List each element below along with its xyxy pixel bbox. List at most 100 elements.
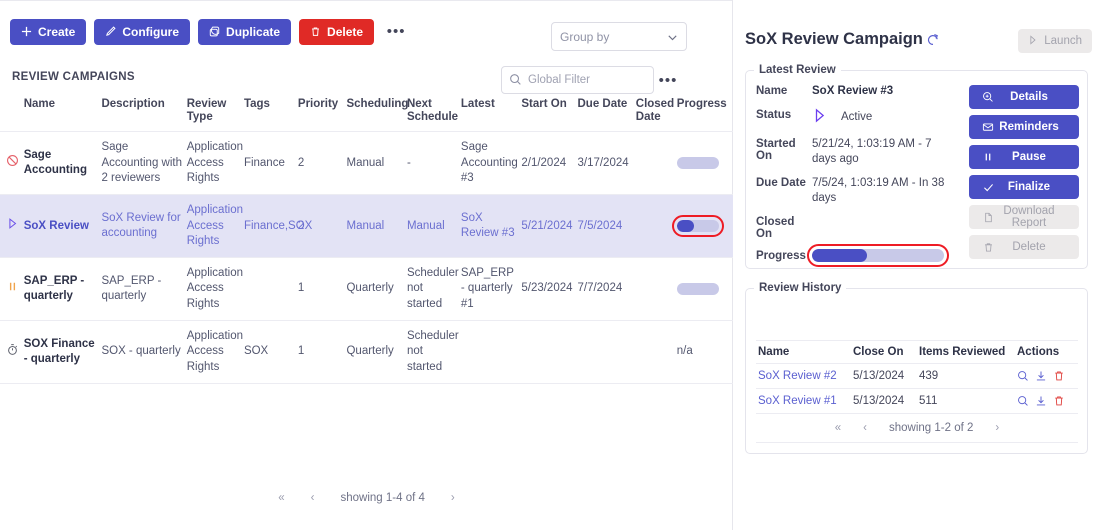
view-icon[interactable]	[1017, 395, 1029, 407]
cell-scheduling: Quarterly	[346, 320, 407, 384]
cell-closed-date	[635, 194, 677, 259]
hist-cell-items: 439	[917, 363, 1015, 389]
history-pagination-first[interactable]: «	[835, 422, 841, 434]
download-icon[interactable]	[1035, 395, 1047, 407]
hist-cell-items: 511	[917, 388, 1015, 414]
cell-priority: 2	[297, 131, 347, 196]
progress-bar	[676, 283, 719, 296]
play-icon	[1028, 34, 1038, 48]
cell-description: SAP_ERP - quarterly	[101, 257, 187, 321]
cell-review-type: Application Access Rights	[186, 194, 244, 259]
table-row[interactable]: SAP_ERP - quarterly SAP_ERP - quarterly …	[0, 257, 733, 321]
cell-closed-date	[635, 320, 677, 384]
history-row[interactable]: SoX Review #1 5/13/2024 511	[756, 388, 1078, 414]
cell-start-on	[521, 320, 578, 384]
col-priority[interactable]: Priority	[297, 94, 347, 133]
table-row[interactable]: SoX Review SoX Review for accounting App…	[0, 194, 733, 259]
cell-description: SOX - quarterly	[101, 320, 187, 384]
play-icon	[6, 218, 19, 233]
page-title: REVIEW CAMPAIGNS	[12, 71, 135, 83]
field-started-on: Started On 5/21/24, 1:03:19 AM - 7 days …	[756, 137, 956, 167]
col-progress[interactable]: Progress	[676, 94, 733, 133]
delete-icon[interactable]	[1053, 370, 1065, 382]
create-button[interactable]: Create	[10, 18, 87, 45]
refresh-icon[interactable]	[926, 33, 940, 47]
cell-priority: 1	[297, 320, 347, 384]
download-report-button-label: Download Report	[1003, 205, 1055, 229]
col-name[interactable]: Name	[23, 94, 102, 133]
cell-due-date: 7/7/2024	[577, 257, 636, 321]
chevron-down-icon	[666, 31, 679, 47]
pause-button[interactable]: Pause	[969, 145, 1079, 169]
col-scheduling[interactable]: Scheduling	[346, 94, 408, 133]
cell-latest	[460, 320, 522, 384]
col-latest[interactable]: Latest	[460, 94, 522, 133]
pagination-next[interactable]: ›	[451, 492, 455, 504]
finalize-button[interactable]: Finalize	[969, 175, 1079, 199]
history-pagination: « ‹ showing 1-2 of 2 ›	[756, 414, 1078, 443]
duplicate-button[interactable]: Duplicate	[198, 18, 292, 45]
cell-description: Sage Accounting with 2 reviewers	[101, 131, 187, 196]
cell-tags	[243, 257, 298, 321]
global-filter-wrapper[interactable]	[501, 66, 654, 94]
timer-icon	[6, 343, 19, 359]
delete-button[interactable]: Delete	[299, 18, 375, 45]
filters-cluster: Group by •••	[497, 22, 727, 94]
col-review-type[interactable]: Review Type	[186, 94, 244, 133]
table-row[interactable]: Sage Accounting Sage Accounting with 2 r…	[0, 131, 733, 196]
cell-review-type: Application Access Rights	[186, 131, 244, 196]
search-input[interactable]	[528, 74, 645, 86]
history-pagination-prev[interactable]: ‹	[863, 422, 867, 434]
col-tags[interactable]: Tags	[243, 94, 298, 133]
hist-cell-name[interactable]: SoX Review #1	[756, 388, 851, 414]
cell-tags: SOX	[243, 320, 298, 384]
hist-cell-actions	[1015, 388, 1078, 414]
history-pagination-label: showing 1-2 of 2	[889, 422, 974, 434]
latest-review-panel: Latest Review Name SoX Review #3 Status …	[745, 64, 1088, 269]
col-due-date[interactable]: Due Date	[577, 94, 636, 133]
view-icon[interactable]	[1017, 370, 1029, 382]
filter-more-button[interactable]: •••	[657, 69, 679, 91]
cell-due-date: 3/17/2024	[577, 131, 636, 196]
field-status-value-wrap: Active	[812, 108, 956, 128]
pagination-first[interactable]: «	[278, 492, 284, 504]
latest-review-body: Name SoX Review #3 Status Active Started…	[746, 76, 1087, 267]
copy-icon	[209, 26, 220, 37]
group-by-select[interactable]: Group by	[551, 22, 687, 51]
col-status	[0, 94, 24, 133]
campaigns-pane: Create Configure Duplicate Delete ••• RE…	[0, 0, 733, 530]
history-pagination-next[interactable]: ›	[995, 422, 999, 434]
cell-closed-date	[635, 131, 677, 196]
col-start-on[interactable]: Start On	[521, 94, 578, 133]
configure-button[interactable]: Configure	[94, 18, 191, 45]
search-plus-icon	[977, 91, 999, 103]
history-link[interactable]: SoX Review #2	[758, 370, 837, 382]
download-icon[interactable]	[1035, 370, 1047, 382]
col-next-schedule[interactable]: Next Schedule	[406, 94, 461, 133]
hist-cell-actions	[1015, 363, 1078, 389]
history-row[interactable]: SoX Review #2 5/13/2024 439	[756, 363, 1078, 389]
col-closed-date[interactable]: Closed Date	[635, 94, 677, 133]
progress-bar	[676, 157, 719, 170]
cell-tags: Finance	[243, 131, 298, 196]
reminders-button[interactable]: Reminders	[969, 115, 1079, 139]
col-description[interactable]: Description	[101, 94, 187, 133]
cell-next-schedule: Scheduler not started	[406, 257, 461, 321]
launch-button[interactable]: Launch	[1018, 29, 1092, 53]
more-actions-button[interactable]: •••	[385, 21, 407, 43]
blocked-icon	[6, 155, 19, 170]
hist-col-close-on: Close On	[851, 340, 917, 364]
details-button[interactable]: Details	[969, 85, 1079, 109]
pagination-label: showing 1-4 of 4	[340, 492, 425, 504]
history-link[interactable]: SoX Review #1	[758, 395, 837, 407]
hist-cell-name[interactable]: SoX Review #2	[756, 363, 851, 389]
hist-cell-close-on: 5/13/2024	[851, 388, 917, 414]
cell-start-on: 2/1/2024	[521, 131, 578, 196]
table-row[interactable]: SOX Finance - quarterly SOX - quarterly …	[0, 320, 733, 384]
pagination-prev[interactable]: ‹	[311, 492, 315, 504]
field-closed-on-label: Closed On	[756, 215, 795, 240]
pencil-icon	[105, 26, 116, 37]
cell-due-date	[577, 320, 636, 384]
progress-bar-highlighted	[671, 215, 724, 238]
delete-icon[interactable]	[1053, 395, 1065, 407]
